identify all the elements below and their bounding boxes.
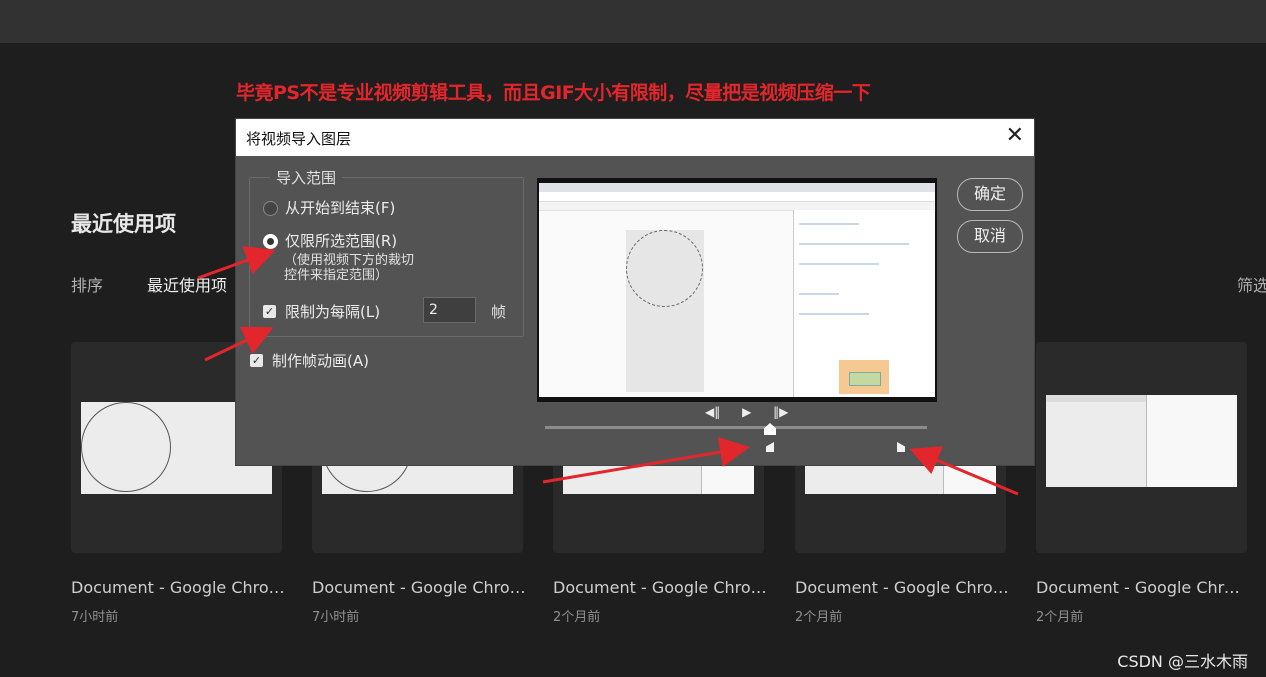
- playback-controls: ◀‖ ▶ ‖▶: [696, 405, 797, 419]
- option-selected-range-label[interactable]: 仅限所选范围(R): [285, 230, 397, 251]
- range-hint-line-1: （使用视频下方的裁切: [284, 253, 415, 268]
- close-icon[interactable]: ✕: [1006, 123, 1024, 149]
- range-hint-line-2: 控件来指定范围）: [284, 268, 389, 283]
- make-frame-animation-label[interactable]: 制作帧动画(A): [272, 350, 369, 371]
- import-range-label: 导入范围: [270, 167, 343, 188]
- cancel-button[interactable]: 取消: [957, 220, 1023, 253]
- card-name[interactable]: Document - Google Chrom...: [553, 578, 768, 597]
- play-icon[interactable]: ▶: [742, 405, 751, 419]
- frame-interval-input[interactable]: [423, 297, 476, 323]
- filter-button[interactable]: 筛选: [1237, 272, 1266, 296]
- section-title: 最近使用项: [71, 212, 176, 236]
- card-time: 7小时前: [71, 610, 119, 625]
- card-time: 2个月前: [1036, 610, 1084, 625]
- frame-unit-label: 帧: [491, 303, 507, 321]
- timeline-track[interactable]: [545, 426, 927, 429]
- make-frame-animation-checkbox[interactable]: ✓: [250, 354, 263, 367]
- card-name[interactable]: Document - Google Chrom...: [71, 578, 286, 597]
- limit-frames-checkbox[interactable]: ✓: [263, 305, 276, 318]
- card-time: 7小时前: [312, 610, 360, 625]
- dialog-title: 将视频导入图层: [246, 130, 352, 148]
- radio-from-start-to-end[interactable]: [263, 201, 278, 216]
- trim-end-handle[interactable]: [897, 442, 905, 452]
- playhead-handle[interactable]: [764, 423, 776, 435]
- card-time: 2个月前: [553, 610, 601, 625]
- limit-frames-label[interactable]: 限制为每隔(L): [285, 301, 380, 322]
- annotation-text: 毕竟PS不是专业视频剪辑工具，而且GIF大小有限制，尽量把是视频压缩一下: [236, 82, 871, 104]
- sort-label: 排序: [71, 276, 104, 295]
- video-preview: [537, 178, 937, 402]
- card-time: 2个月前: [795, 610, 843, 625]
- card-name[interactable]: Document - Google Chrom...: [1036, 578, 1241, 597]
- step-forward-icon[interactable]: ‖▶: [773, 405, 788, 419]
- step-back-icon[interactable]: ◀‖: [705, 405, 720, 419]
- recent-file-card[interactable]: [1036, 342, 1247, 553]
- preview-frame: [539, 183, 935, 397]
- dialog-titlebar: 将视频导入图层 ✕: [236, 119, 1034, 156]
- card-name[interactable]: Document - Google Chrom...: [312, 578, 527, 597]
- file-thumbnail: [1046, 395, 1237, 487]
- trim-start-handle[interactable]: [766, 442, 774, 452]
- top-bar: [0, 0, 1266, 43]
- card-name[interactable]: Document - Google Chrom...: [795, 578, 1010, 597]
- radio-selected-range[interactable]: [263, 234, 278, 249]
- option-from-start-to-end-label[interactable]: 从开始到结束(F): [285, 197, 395, 218]
- watermark: CSDN @三水木雨: [1117, 652, 1248, 671]
- sort-dropdown[interactable]: 最近使用项: [147, 272, 227, 296]
- ok-button[interactable]: 确定: [957, 178, 1023, 211]
- import-video-dialog: 将视频导入图层 ✕ 导入范围 从开始到结束(F) 仅限所选范围(R) （使用视频…: [236, 119, 1034, 465]
